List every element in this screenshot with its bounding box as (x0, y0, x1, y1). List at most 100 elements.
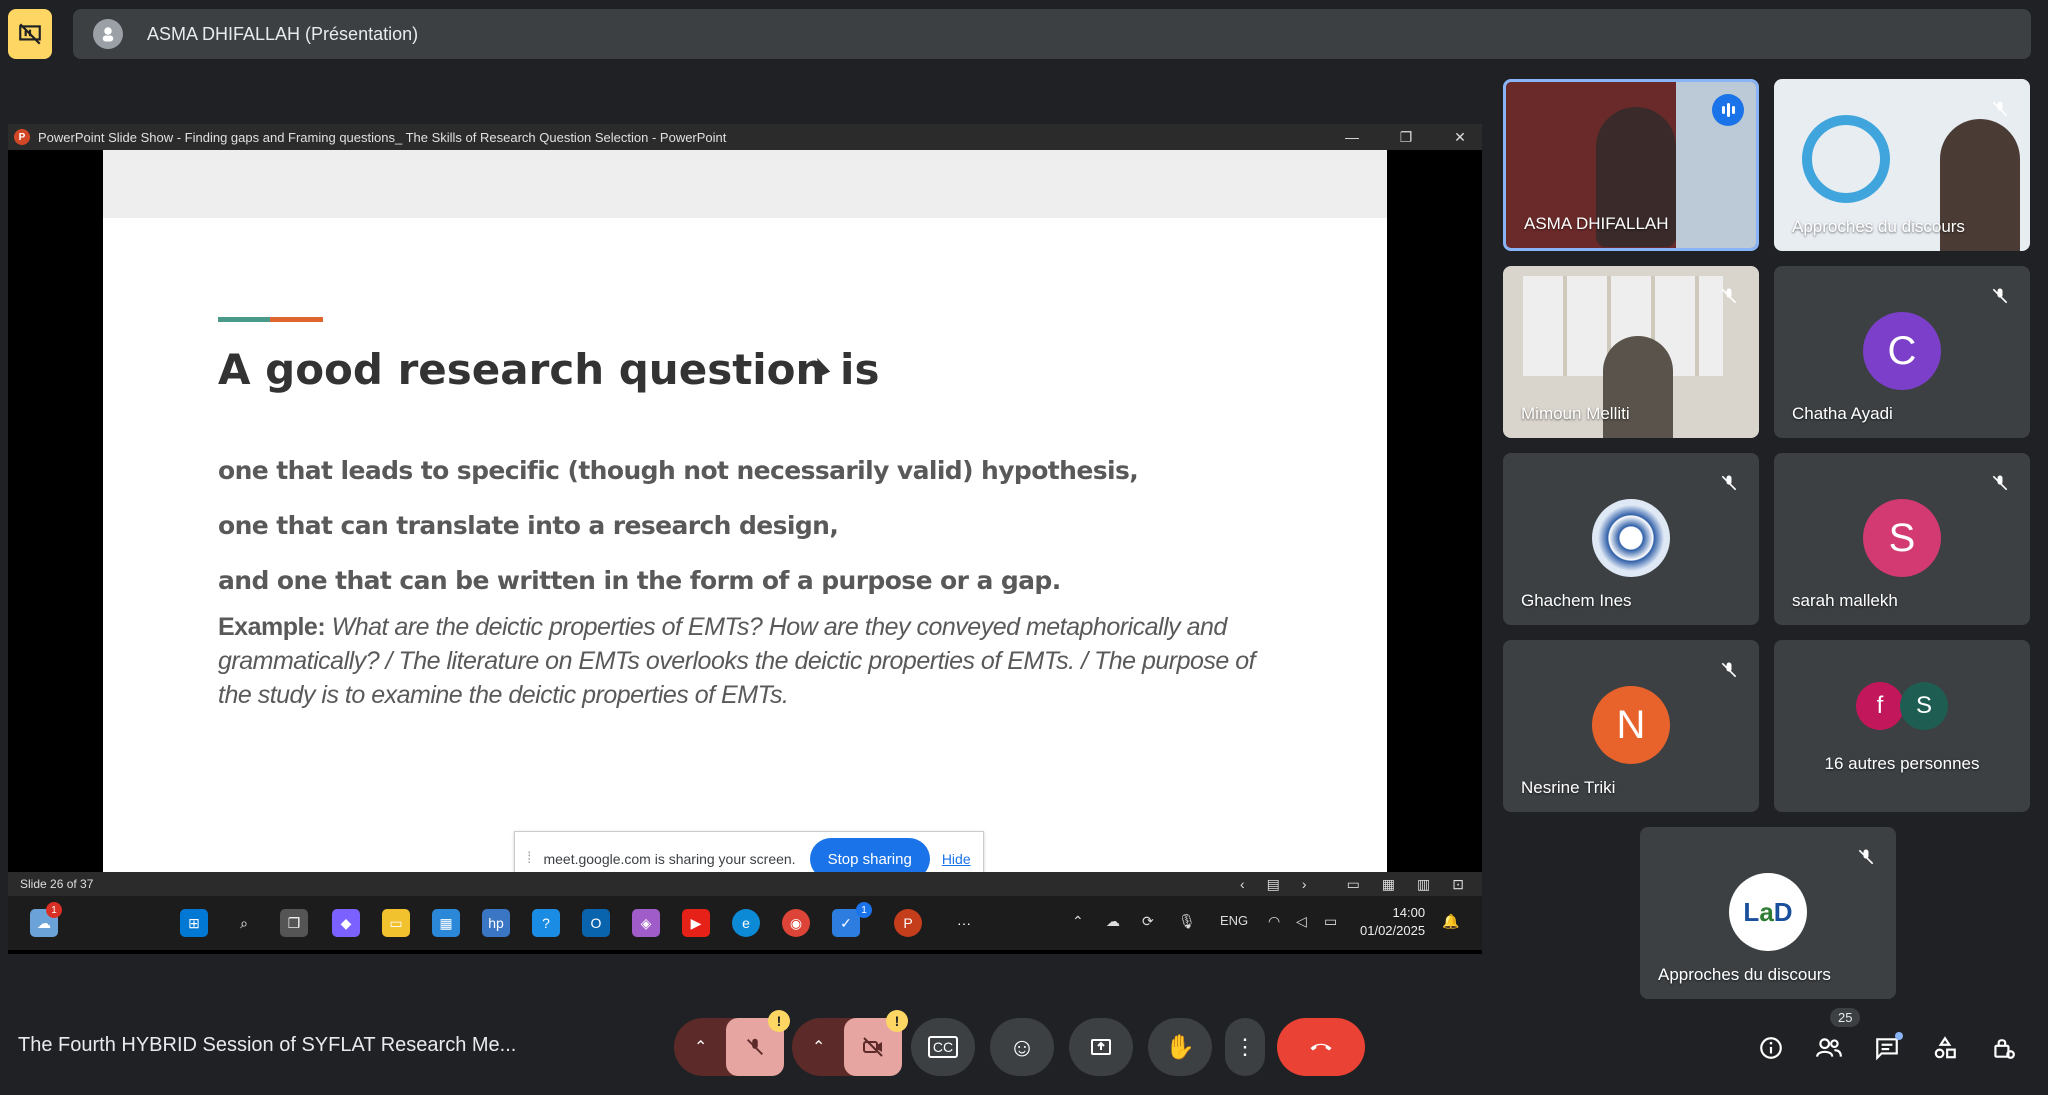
mic-toggle-button[interactable]: ! (726, 1010, 790, 1076)
chat-icon[interactable] (1871, 1032, 1903, 1064)
edge-icon[interactable]: e (732, 909, 760, 937)
slideshow-view-icon[interactable]: ⊡ (1452, 876, 1464, 893)
myhp-icon[interactable]: hp (482, 909, 510, 937)
syflat-logo (1802, 115, 1890, 203)
leave-call-button[interactable] (1277, 1018, 1365, 1076)
mic-off-icon (747, 1038, 763, 1055)
avatar: S (1900, 682, 1948, 730)
muted-mic-icon (1852, 843, 1880, 871)
chrome-icon[interactable]: ◉ (782, 909, 810, 937)
participant-tile-sarah[interactable]: S sarah mallekh (1774, 453, 2030, 625)
minimize-icon[interactable]: — (1340, 129, 1364, 145)
participant-tile-lad[interactable]: LaD Approches du discours (1640, 827, 1896, 999)
participant-name: Nesrine Triki (1521, 778, 1616, 797)
language-indicator[interactable]: ENG (1220, 913, 1248, 928)
help-icon[interactable]: ? (532, 909, 560, 937)
hang-up-icon (1310, 1043, 1332, 1051)
avatar: S (1863, 499, 1941, 577)
normal-view-icon[interactable]: ▭ (1347, 876, 1360, 893)
presenter-name: ASMA DHIFALLAH (Présentation) (147, 23, 419, 44)
presentation-off-icon[interactable] (8, 9, 52, 59)
avatar: N (1592, 686, 1670, 764)
wifi-icon[interactable]: ◠ (1268, 913, 1280, 930)
muted-mic-icon (1986, 282, 2014, 310)
camera-warning-badge: ! (886, 1010, 908, 1032)
example-label: Example: (218, 613, 326, 641)
participant-tile-mimoun[interactable]: Mimoun Melliti (1503, 266, 1759, 438)
activities-icon[interactable] (1929, 1032, 1961, 1064)
camera-control-group: ⌃ ! (792, 1010, 908, 1076)
meeting-info-icon[interactable] (1755, 1032, 1787, 1064)
previous-slide-icon[interactable]: ‹ (1240, 876, 1245, 892)
muted-mic-icon (1986, 469, 2014, 497)
mic-options-chevron-icon[interactable]: ⌃ (694, 1037, 707, 1057)
close-icon[interactable]: ✕ (1448, 129, 1472, 146)
participant-tile-approches[interactable]: Approches du discours (1774, 79, 2030, 251)
reading-view-icon[interactable]: ▥ (1417, 876, 1430, 893)
drag-handle-icon[interactable]: ⁞ (527, 850, 531, 868)
participant-tile-others[interactable]: f S 16 autres personnes (1774, 640, 2030, 812)
presenter-avatar (93, 19, 123, 49)
reactions-button[interactable]: ☺ (990, 1018, 1054, 1076)
microphone-icon[interactable]: 🎙 (1178, 913, 1196, 930)
next-slide-icon[interactable]: › (1302, 876, 1307, 892)
people-icon[interactable] (1813, 1032, 1845, 1064)
tray-chevron-icon[interactable]: ⌃ (1072, 913, 1084, 930)
speaking-indicator-icon (1712, 94, 1744, 126)
sync-icon[interactable]: ⟳ (1142, 913, 1154, 930)
battery-icon[interactable]: ▭ (1324, 913, 1337, 930)
camera-toggle-button[interactable]: ! (844, 1010, 908, 1076)
participant-name: ASMA DHIFALLAH (1524, 214, 1669, 233)
participant-tile-chatha[interactable]: C Chatha Ayadi (1774, 266, 2030, 438)
participant-tile-nesrine[interactable]: N Nesrine Triki (1503, 640, 1759, 812)
ppt-window-title: PowerPoint Slide Show - Finding gaps and… (38, 129, 727, 145)
slide-bullet: one that can translate into a research d… (218, 511, 839, 540)
camera-off-icon (863, 1037, 883, 1057)
file-explorer-icon[interactable]: ▭ (382, 909, 410, 937)
avatar: C (1863, 312, 1941, 390)
onedrive-icon[interactable]: ☁ (1106, 913, 1120, 930)
raise-hand-button[interactable]: ✋ (1148, 1018, 1212, 1076)
search-icon[interactable]: ⌕ (230, 909, 258, 937)
avatar: f (1856, 682, 1904, 730)
ms-store-icon[interactable]: ▦ (432, 909, 460, 937)
mic-warning-badge: ! (768, 1010, 790, 1032)
muted-mic-icon (1986, 95, 2014, 123)
others-count-label: 16 autres personnes (1824, 754, 1980, 773)
slide-sorter-icon[interactable]: ▦ (1382, 876, 1395, 893)
todo-badge: 1 (856, 902, 872, 918)
muted-mic-icon (1715, 469, 1743, 497)
outlook-icon[interactable]: O (582, 909, 610, 937)
captions-button[interactable]: CC (911, 1018, 975, 1076)
participant-tile-ghachem[interactable]: Ghachem Ines (1503, 453, 1759, 625)
powerpoint-icon: P (14, 129, 30, 145)
camera-options-chevron-icon[interactable]: ⌃ (812, 1037, 825, 1057)
participant-tile-asma[interactable]: ASMA DHIFALLAH (1503, 79, 1759, 251)
restore-icon[interactable]: ❐ (1394, 129, 1418, 146)
weather-badge: 1 (46, 902, 62, 918)
more-apps-icon[interactable]: ··· (950, 909, 978, 937)
clock[interactable]: 14:00 01/02/2025 (1360, 904, 1425, 940)
youtube-icon[interactable]: ▶ (682, 909, 710, 937)
volume-icon[interactable]: ◁ (1296, 913, 1307, 930)
powerpoint-taskbar-icon[interactable]: P (894, 909, 922, 937)
notification-icon[interactable]: 🔔 (1442, 913, 1459, 930)
emoji-icon: ☺ (1008, 1031, 1036, 1062)
task-view-icon[interactable]: ❐ (280, 909, 308, 937)
slide-menu-icon[interactable]: ▤ (1267, 876, 1280, 893)
copilot-icon[interactable]: ◆ (332, 909, 360, 937)
slide-title: A good research question is (218, 345, 880, 394)
present-screen-icon (1091, 1039, 1111, 1055)
clock-time: 14:00 (1392, 905, 1426, 920)
m365-icon[interactable]: ◈ (632, 909, 660, 937)
presenter-bar: ASMA DHIFALLAH (Présentation) (73, 9, 2031, 59)
participant-name: Mimoun Melliti (1521, 404, 1630, 423)
slide-content: A good research question is one that lea… (103, 150, 1387, 872)
host-controls-icon[interactable] (1987, 1032, 2019, 1064)
more-options-button[interactable]: ⋮ (1225, 1018, 1265, 1076)
present-button[interactable] (1069, 1018, 1133, 1076)
slide-counter: Slide 26 of 37 (20, 877, 94, 891)
slide-bullet: and one that can be written in the form … (218, 566, 1061, 595)
start-icon[interactable]: ⊞ (180, 909, 208, 937)
hide-banner-link[interactable]: Hide (942, 851, 971, 867)
